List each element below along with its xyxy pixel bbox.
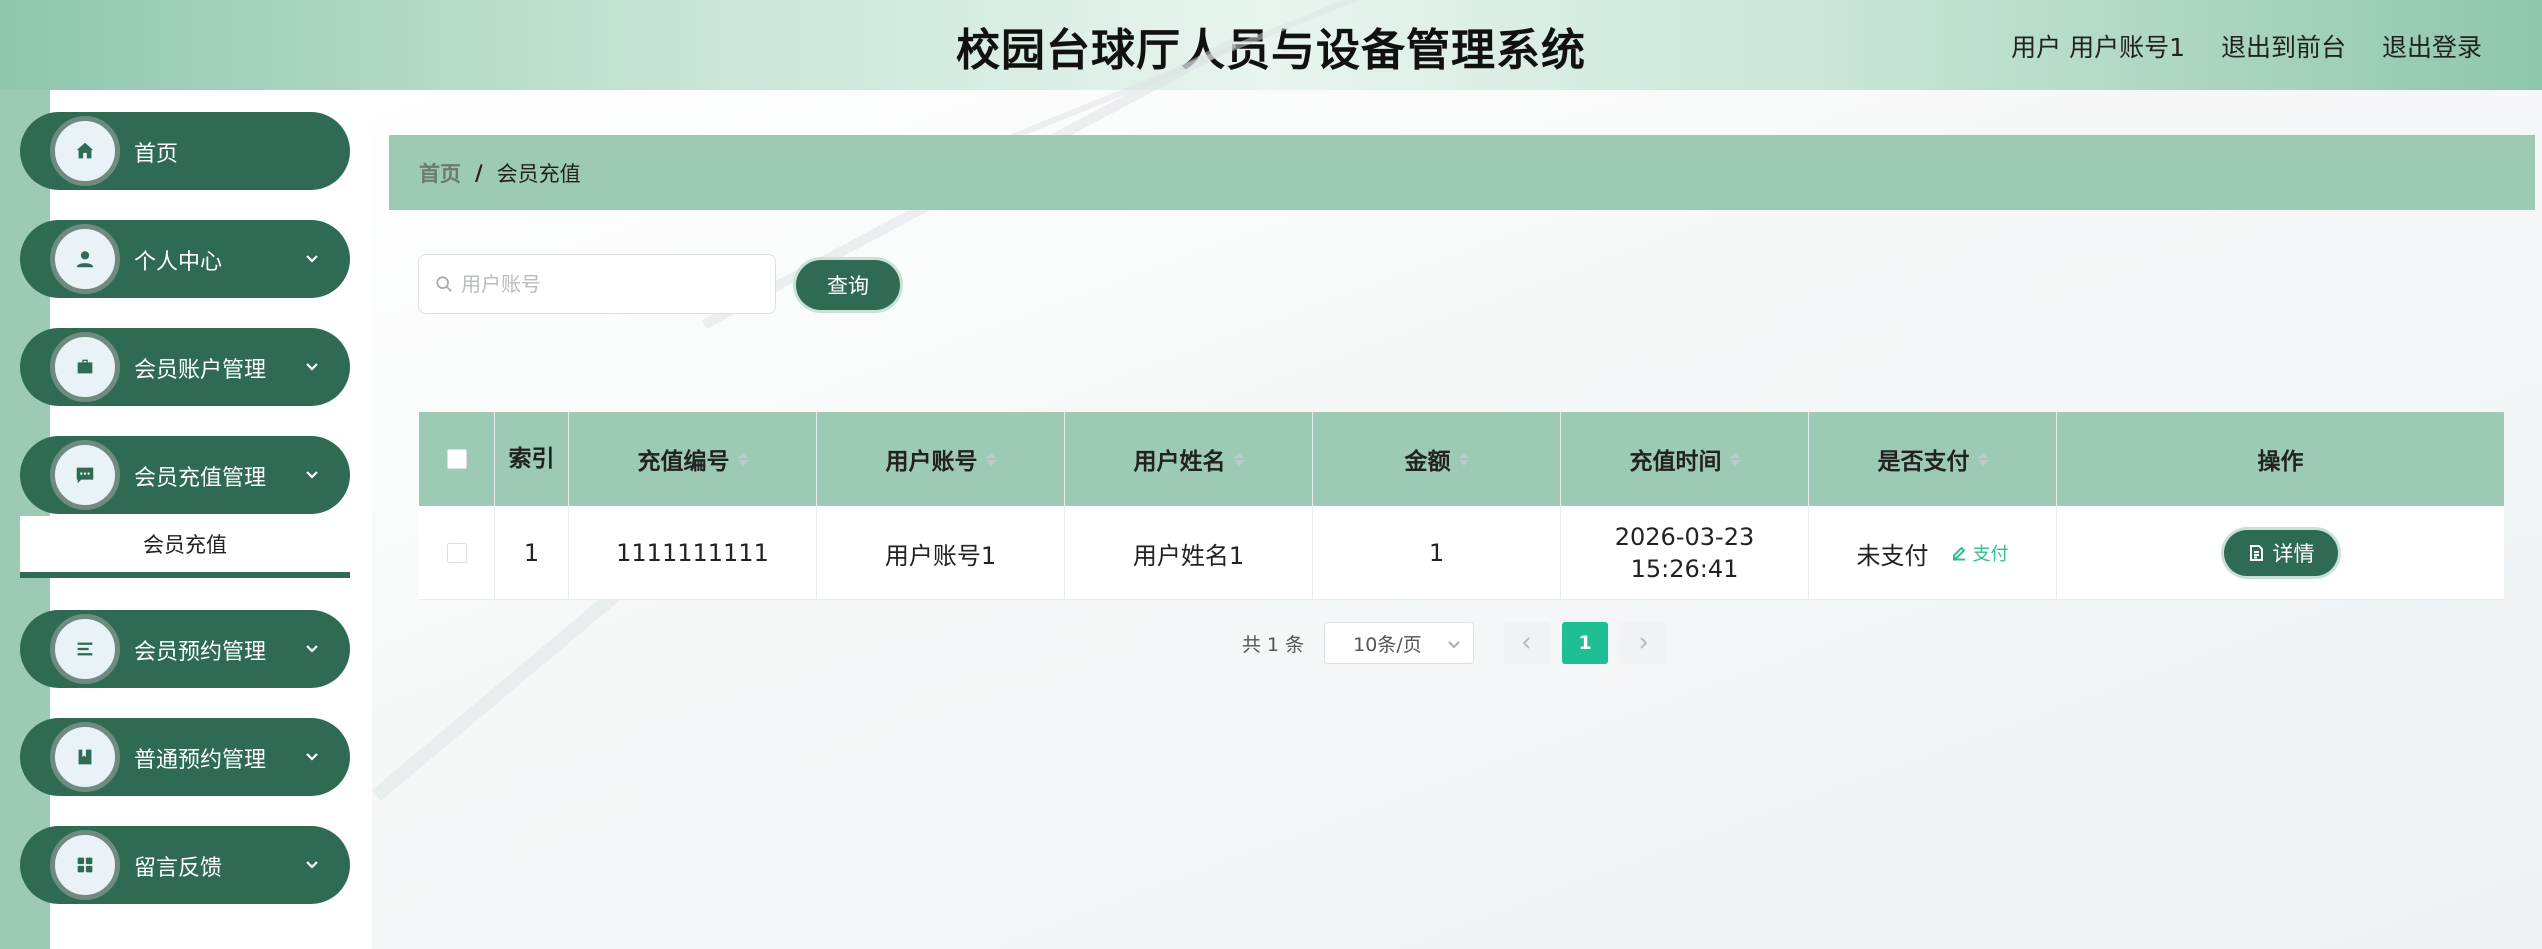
- sidebar-item-label: 会员预约管理: [134, 640, 267, 665]
- page-number-current[interactable]: 1: [1562, 622, 1609, 664]
- breadcrumb-separator: /: [475, 160, 483, 185]
- sidebar-item-label: 会员充值管理: [134, 466, 267, 491]
- user-prefix: 用户: [2011, 33, 2062, 62]
- cell-name: 用户姓名1: [1065, 506, 1313, 600]
- search-icon: [436, 276, 452, 292]
- pagination: 共 1 条 10条/页 1: [1242, 622, 1667, 664]
- page-size-select[interactable]: 10条/页: [1324, 622, 1475, 664]
- user-icon: [50, 224, 120, 294]
- search-field[interactable]: [418, 254, 776, 314]
- column-label: 充值编号: [637, 449, 730, 475]
- detail-button[interactable]: 详情: [2223, 530, 2338, 576]
- cell-paid: 未支付 支付: [1809, 506, 2057, 600]
- sidebar-item-home[interactable]: 首页: [20, 112, 350, 190]
- sort-icon[interactable]: [1233, 452, 1244, 466]
- chevron-down-icon: [304, 748, 320, 764]
- sort-icon[interactable]: [985, 452, 996, 466]
- cell-time: 2026-03-23 15:26:41: [1561, 506, 1809, 600]
- sidebar-item-label: 个人中心: [134, 250, 223, 275]
- cell-account: 用户账号1: [817, 506, 1065, 600]
- list-icon: [50, 614, 120, 684]
- logout-link[interactable]: 退出登录: [2382, 28, 2482, 64]
- column-header-actions: 操作: [2057, 412, 2504, 506]
- sidebar-item-personal-center[interactable]: 个人中心: [20, 220, 350, 298]
- cell-recharge-no: 1111111111: [569, 506, 817, 600]
- column-header-amount[interactable]: 金额: [1313, 412, 1561, 506]
- paid-status: 未支付: [1856, 541, 1929, 570]
- select-all-checkbox[interactable]: [446, 449, 467, 469]
- home-icon: [50, 116, 120, 186]
- chevron-down-icon: [304, 358, 320, 374]
- document-icon: [2249, 545, 2263, 561]
- cell-amount: 1: [1313, 506, 1561, 600]
- sort-icon[interactable]: [737, 452, 748, 466]
- message-icon: [50, 440, 120, 510]
- row-select-cell: [419, 506, 495, 600]
- breadcrumb: 首页 / 会员充值: [389, 135, 2535, 210]
- column-label: 索引: [508, 445, 555, 472]
- column-header-index: 索引: [495, 412, 569, 506]
- chevron-down-icon: [1448, 641, 1460, 649]
- sidebar-item-member-account[interactable]: 会员账户管理: [20, 328, 350, 406]
- select-all-cell: [419, 412, 495, 506]
- sidebar-item-label: 首页: [134, 142, 179, 167]
- chevron-down-icon: [304, 640, 320, 656]
- briefcase-icon: [50, 332, 120, 402]
- sidebar-item-recharge-management[interactable]: 会员充值管理: [20, 436, 350, 514]
- search-input[interactable]: [461, 272, 761, 296]
- chevron-down-icon: [304, 856, 320, 872]
- edit-icon: [1952, 546, 1965, 561]
- top-header: 校园台球厅人员与设备管理系统 用户 用户账号1 退出到前台 退出登录: [0, 0, 2542, 90]
- column-label: 金额: [1404, 449, 1451, 475]
- sort-icon[interactable]: [1729, 452, 1740, 466]
- column-header-paid[interactable]: 是否支付: [1809, 412, 2057, 506]
- column-label: 用户账号: [885, 449, 978, 475]
- user-name: 用户账号1: [2069, 33, 2185, 62]
- column-label: 是否支付: [1877, 449, 1970, 475]
- book-icon: [50, 722, 120, 792]
- submenu-item-recharge[interactable]: 会员充值: [20, 516, 350, 578]
- chevron-down-icon: [304, 250, 320, 266]
- column-header-name[interactable]: 用户姓名: [1065, 412, 1313, 506]
- table-header: 索引 充值编号 用户账号 用户姓名 金额 充值时间 是否支付 操作: [419, 412, 2504, 506]
- header-actions: 用户 用户账号1 退出到前台 退出登录: [2011, 28, 2482, 64]
- sidebar-item-label: 普通预约管理: [134, 748, 267, 773]
- total-count: 共 1 条: [1242, 633, 1305, 656]
- current-user: 用户 用户账号1: [2011, 28, 2185, 64]
- row-checkbox[interactable]: [446, 543, 467, 563]
- sidebar-item-label: 留言反馈: [134, 856, 223, 881]
- chevron-down-icon: [304, 466, 320, 482]
- chevron-right-icon: [1640, 637, 1648, 649]
- sidebar-item-label: 会员账户管理: [134, 358, 267, 383]
- back-to-front-link[interactable]: 退出到前台: [2221, 28, 2346, 64]
- recharge-table: 索引 充值编号 用户账号 用户姓名 金额 充值时间 是否支付 操作 1 1111…: [419, 412, 2504, 600]
- cell-actions: 详情: [2057, 506, 2504, 600]
- column-label: 充值时间: [1629, 449, 1722, 475]
- sidebar-item-feedback[interactable]: 留言反馈: [20, 826, 350, 904]
- pay-link-label: 支付: [1972, 544, 2009, 565]
- column-header-account[interactable]: 用户账号: [817, 412, 1065, 506]
- breadcrumb-home[interactable]: 首页: [419, 158, 461, 188]
- sidebar-item-member-booking[interactable]: 会员预约管理: [20, 610, 350, 688]
- sort-icon[interactable]: [1977, 452, 1988, 466]
- next-page-button[interactable]: [1620, 622, 1667, 664]
- page-size-value: 10条/页: [1353, 633, 1422, 656]
- column-header-recharge-no[interactable]: 充值编号: [569, 412, 817, 506]
- pay-link[interactable]: 支付: [1951, 540, 2009, 566]
- sidebar-item-normal-booking[interactable]: 普通预约管理: [20, 718, 350, 796]
- detail-button-label: 详情: [2272, 542, 2315, 566]
- column-header-time[interactable]: 充值时间: [1561, 412, 1809, 506]
- grid-icon: [50, 830, 120, 900]
- column-label: 操作: [2257, 449, 2304, 475]
- chevron-left-icon: [1522, 637, 1530, 649]
- column-label: 用户姓名: [1133, 449, 1226, 475]
- table-row: 1 1111111111 用户账号1 用户姓名1 1 2026-03-23 15…: [419, 506, 2504, 600]
- cell-index: 1: [495, 506, 569, 600]
- prev-page-button[interactable]: [1504, 622, 1551, 664]
- breadcrumb-current: 会员充值: [496, 161, 581, 186]
- query-button[interactable]: 查询: [796, 260, 900, 310]
- sort-icon[interactable]: [1458, 452, 1469, 466]
